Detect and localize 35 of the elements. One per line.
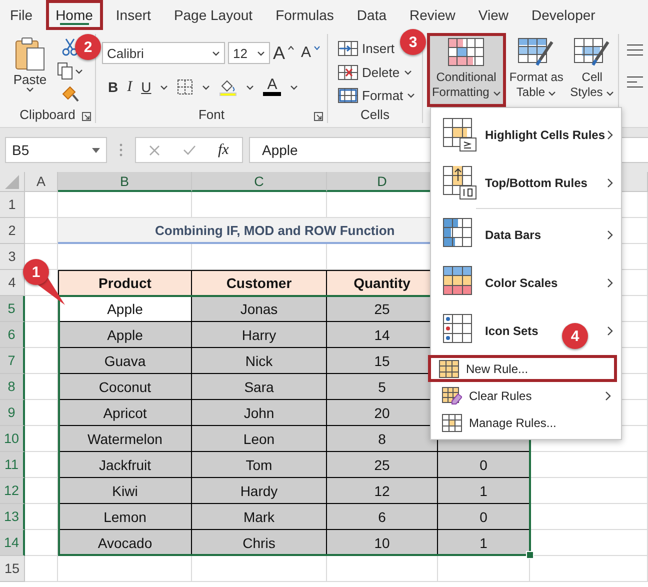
table-cell: Jackfruit: [58, 452, 192, 478]
sheet-title: Combining IF, MOD and ROW Function: [155, 222, 395, 238]
group-label: Clipboard: [20, 107, 76, 122]
table-cell: Coconut: [58, 374, 192, 400]
table-cell: 12: [327, 478, 438, 504]
table-cell: 25: [327, 452, 438, 478]
table-cell: Harry: [192, 322, 327, 348]
table-cell: Sara: [192, 374, 327, 400]
table-cell: Tom: [192, 452, 327, 478]
table-cell: Apple: [58, 322, 192, 348]
table-cell: Chris: [192, 530, 327, 556]
column-heading: Product: [58, 270, 192, 296]
table-cell: Watermelon: [58, 426, 192, 452]
step-badge: 1: [23, 259, 49, 285]
table-cell: 1: [438, 530, 530, 556]
table-cell: Mark: [192, 504, 327, 530]
table-cell: 1: [438, 478, 530, 504]
table-cell: Hardy: [192, 478, 327, 504]
table-cell: Kiwi: [58, 478, 192, 504]
table-cell: 8: [327, 426, 438, 452]
group-label: Font: [198, 107, 224, 122]
table-cell: Lemon: [58, 504, 192, 530]
table-cell: Leon: [192, 426, 327, 452]
table-cell: Apricot: [58, 400, 192, 426]
table-cell: 10: [327, 530, 438, 556]
table-cell: Guava: [58, 348, 192, 374]
table-cell: 0: [438, 452, 530, 478]
table-cell: Nick: [192, 348, 327, 374]
table-cell: Avocado: [58, 530, 192, 556]
table-cell: 0: [438, 504, 530, 530]
table-cell: Jonas: [192, 296, 327, 322]
table-cell: 6: [327, 504, 438, 530]
column-heading: Customer: [192, 270, 327, 296]
table-cell: John: [192, 400, 327, 426]
group-label: Cells: [360, 107, 390, 122]
